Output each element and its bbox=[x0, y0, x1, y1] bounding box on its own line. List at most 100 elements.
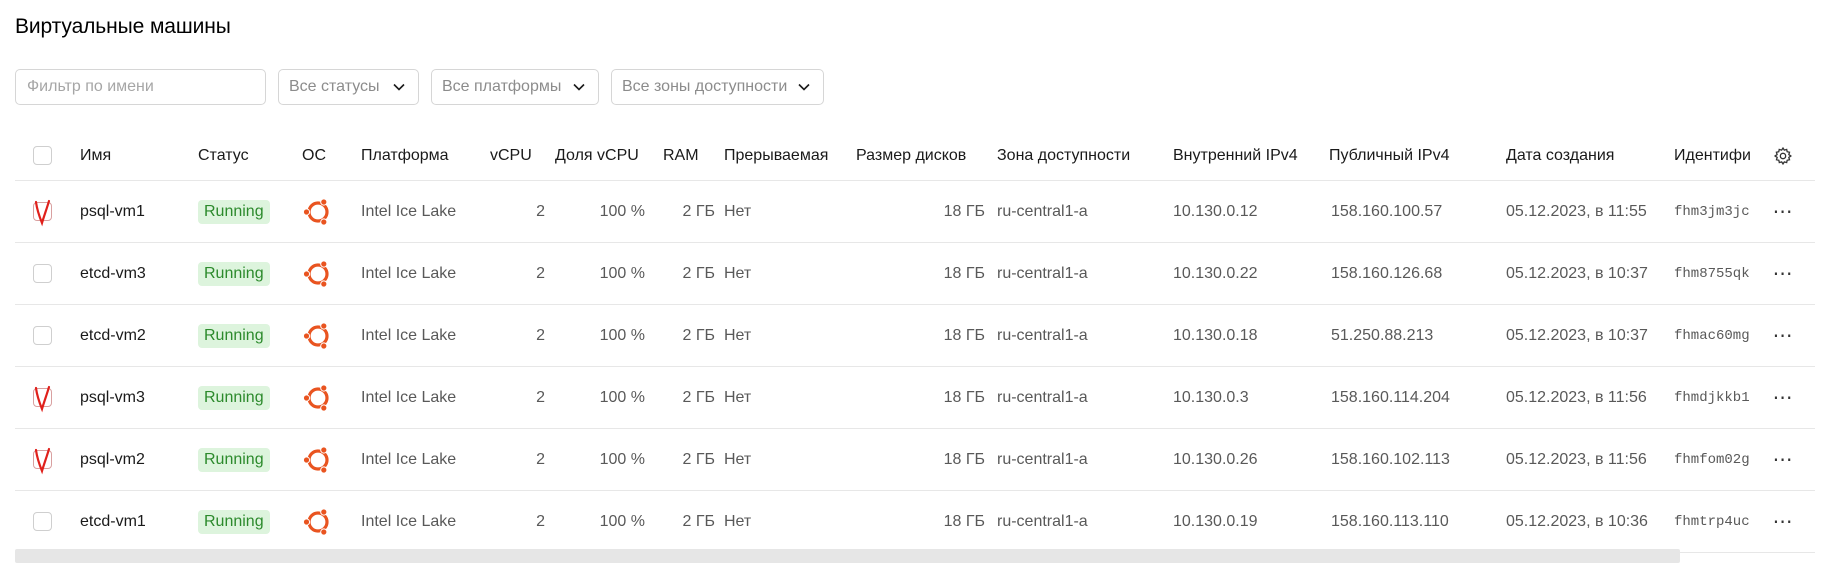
zone-cell: ru-central1-a bbox=[997, 202, 1088, 220]
column-header-status[interactable]: Статус bbox=[198, 131, 298, 180]
created-date-cell: 05.12.2023, в 11:56 bbox=[1506, 450, 1647, 468]
preemptible-cell: Нет bbox=[724, 326, 752, 344]
os-cell bbox=[302, 429, 352, 490]
public-ip-cell: 158.160.102.113 bbox=[1331, 450, 1450, 468]
vcpu-cell: 2 bbox=[536, 264, 545, 282]
row-actions-button[interactable]: ⋯ bbox=[1768, 243, 1798, 304]
vcpu-share-cell: 100 % bbox=[599, 450, 645, 468]
preemptible-cell: Нет bbox=[724, 512, 752, 530]
table-row[interactable]: psql-vm2 Running Intel Ice Lake 2 100 % 2 ГБ Н… bbox=[15, 429, 1815, 491]
created-date-cell: 05.12.2023, в 10:37 bbox=[1506, 326, 1648, 344]
gear-icon bbox=[1773, 146, 1792, 165]
os-cell bbox=[302, 491, 352, 552]
platform-cell: Intel Ice Lake bbox=[361, 512, 457, 530]
created-date-cell: 05.12.2023, в 10:36 bbox=[1506, 512, 1648, 530]
column-header-vcpu[interactable]: vCPU bbox=[490, 131, 550, 180]
more-icon: ⋯ bbox=[1772, 386, 1794, 409]
platform-cell: Intel Ice Lake bbox=[361, 264, 457, 282]
table-row[interactable]: etcd-vm1 Running Intel Ice Lake 2 100 % 2 ГБ Н… bbox=[15, 491, 1815, 553]
vm-name-link[interactable]: etcd-vm2 bbox=[80, 305, 190, 366]
zone-cell: ru-central1-a bbox=[997, 388, 1088, 406]
row-checkbox[interactable] bbox=[33, 326, 52, 345]
platform-cell: Intel Ice Lake bbox=[361, 202, 457, 220]
name-filter-input[interactable] bbox=[16, 70, 257, 104]
column-header-created[interactable]: Дата создания bbox=[1506, 131, 1666, 180]
ubuntu-icon bbox=[302, 321, 329, 350]
vm-id-cell: fhmdjkkb1 bbox=[1674, 389, 1750, 406]
status-badge: Running bbox=[198, 261, 270, 286]
row-actions-button[interactable]: ⋯ bbox=[1768, 491, 1798, 552]
vm-name-link[interactable]: etcd-vm3 bbox=[80, 243, 190, 304]
vcpu-share-cell: 100 % bbox=[599, 326, 645, 344]
column-header-os[interactable]: ОС bbox=[302, 131, 352, 180]
status-filter-select[interactable]: Все статусы bbox=[278, 69, 419, 105]
column-header-id[interactable]: Идентифи bbox=[1674, 131, 1760, 180]
vm-name-link[interactable]: psql-vm2 bbox=[80, 429, 190, 490]
row-checkbox[interactable] bbox=[33, 264, 52, 283]
select-all-checkbox[interactable] bbox=[33, 146, 52, 165]
public-ip-cell: 158.160.126.68 bbox=[1331, 264, 1443, 282]
status-badge: Running bbox=[198, 509, 270, 534]
column-settings-button[interactable] bbox=[1768, 131, 1798, 180]
zone-filter-select[interactable]: Все зоны доступности bbox=[611, 69, 824, 105]
column-header-ram[interactable]: RAM bbox=[663, 131, 713, 180]
row-actions-button[interactable]: ⋯ bbox=[1768, 305, 1798, 366]
public-ip-cell: 51.250.88.213 bbox=[1331, 326, 1434, 344]
zone-filter-label: Все зоны доступности bbox=[622, 78, 788, 95]
column-header-internal-ip[interactable]: Внутренний IPv4 bbox=[1173, 131, 1333, 180]
status-badge: Running bbox=[198, 385, 270, 410]
row-actions-button[interactable]: ⋯ bbox=[1768, 367, 1798, 428]
vm-id-cell: fhm3jm3jc bbox=[1674, 203, 1750, 220]
handwritten-check-mark bbox=[34, 447, 51, 475]
vcpu-cell: 2 bbox=[536, 202, 545, 220]
vm-name-link[interactable]: psql-vm1 bbox=[80, 181, 190, 242]
vcpu-cell: 2 bbox=[536, 450, 545, 468]
zone-cell: ru-central1-a bbox=[997, 450, 1088, 468]
row-actions-button[interactable]: ⋯ bbox=[1768, 181, 1798, 242]
preemptible-cell: Нет bbox=[724, 202, 752, 220]
table-row[interactable]: etcd-vm2 Running Intel Ice Lake 2 100 % 2 ГБ Н… bbox=[15, 305, 1815, 367]
table-row[interactable]: etcd-vm3 Running Intel Ice Lake 2 100 % 2 ГБ Н… bbox=[15, 243, 1815, 305]
column-header-vcpu-share[interactable]: Доля vCPU bbox=[555, 131, 650, 180]
more-icon: ⋯ bbox=[1772, 262, 1794, 285]
platform-filter-select[interactable]: Все платформы bbox=[431, 69, 599, 105]
vm-id-cell: fhmtrp4uc bbox=[1674, 513, 1750, 530]
vcpu-share-cell: 100 % bbox=[599, 264, 645, 282]
platform-filter-label: Все платформы bbox=[442, 78, 562, 95]
status-cell: Running bbox=[198, 243, 298, 304]
row-actions-button[interactable]: ⋯ bbox=[1768, 429, 1798, 490]
vm-id-cell: fhmfom02g bbox=[1674, 451, 1750, 468]
zone-cell: ru-central1-a bbox=[997, 264, 1088, 282]
column-header-disk-size[interactable]: Размер дисков bbox=[856, 131, 996, 180]
disk-size-cell: 18 ГБ bbox=[943, 264, 985, 282]
chevron-down-icon bbox=[573, 83, 585, 91]
row-checkbox-wrap bbox=[33, 326, 52, 345]
page: Виртуальные машины Все статусы Все платф… bbox=[0, 0, 1826, 587]
column-header-platform[interactable]: Платформа bbox=[361, 131, 481, 180]
preemptible-cell: Нет bbox=[724, 388, 752, 406]
horizontal-scrollbar[interactable] bbox=[15, 549, 1680, 563]
internal-ip-cell: 10.130.0.3 bbox=[1173, 388, 1249, 406]
ubuntu-icon bbox=[302, 445, 329, 474]
table-row[interactable]: psql-vm3 Running Intel Ice Lake 2 100 % 2 ГБ Н… bbox=[15, 367, 1815, 429]
table-row[interactable]: psql-vm1 Running Intel Ice Lake 2 100 % 2 ГБ Н… bbox=[15, 181, 1815, 243]
public-ip-cell: 158.160.114.204 bbox=[1331, 388, 1450, 406]
vm-name-link[interactable]: psql-vm3 bbox=[80, 367, 190, 428]
row-checkbox-wrap bbox=[33, 385, 52, 413]
public-ip-cell: 158.160.100.57 bbox=[1331, 202, 1443, 220]
vm-name-link[interactable]: etcd-vm1 bbox=[80, 491, 190, 552]
status-cell: Running bbox=[198, 491, 298, 552]
vcpu-share-cell: 100 % bbox=[599, 512, 645, 530]
ram-cell: 2 ГБ bbox=[682, 512, 715, 530]
column-header-public-ip[interactable]: Публичный IPv4 bbox=[1329, 131, 1489, 180]
table-body: psql-vm1 Running Intel Ice Lake 2 100 % 2 ГБ Н… bbox=[15, 181, 1815, 553]
row-checkbox[interactable] bbox=[33, 512, 52, 531]
column-header-name[interactable]: Имя bbox=[80, 131, 190, 180]
column-header-zone[interactable]: Зона доступности bbox=[997, 131, 1157, 180]
vm-table: Имя Статус ОС Платформа vCPU Доля vCPU R… bbox=[15, 131, 1815, 553]
more-icon: ⋯ bbox=[1772, 448, 1794, 471]
ram-cell: 2 ГБ bbox=[682, 202, 715, 220]
internal-ip-cell: 10.130.0.19 bbox=[1173, 512, 1258, 530]
ubuntu-icon bbox=[302, 383, 329, 412]
column-header-preemptible[interactable]: Прерываемая bbox=[724, 131, 844, 180]
